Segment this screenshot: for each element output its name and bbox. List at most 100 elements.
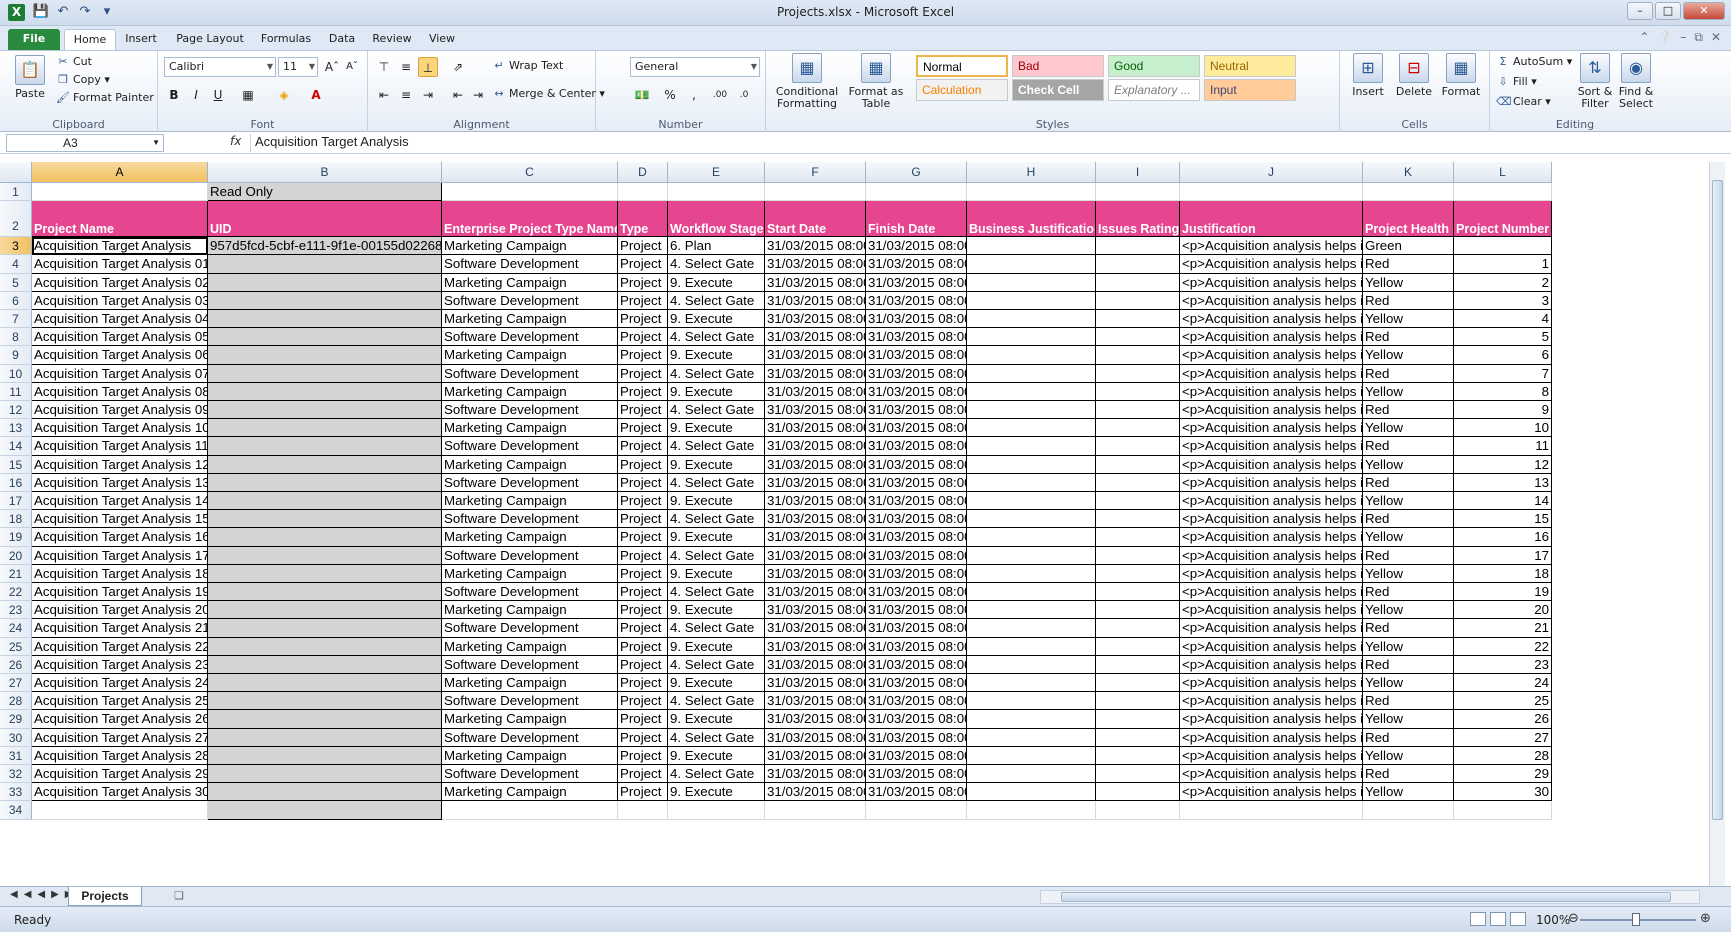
table-cell[interactable]: Yellow [1363,783,1454,802]
tab-file[interactable]: File [8,29,60,50]
table-cell[interactable]: 30 [1454,783,1552,802]
table-cell[interactable]: Software Development [442,473,618,492]
tab-insert[interactable]: Insert [120,29,162,50]
table-cell[interactable]: 31/03/2015 08:00 [765,273,866,292]
align-bottom-button[interactable]: ⊥ [418,57,438,77]
cut-button[interactable]: ✂ Cut [56,55,92,68]
row-header[interactable]: 13 [0,419,32,438]
table-cell[interactable]: 31/03/2015 08:00 [866,710,967,729]
cell-style-6[interactable]: Explanatory ... [1108,79,1200,101]
table-cell[interactable]: Software Development [442,583,618,602]
table-cell[interactable] [967,291,1096,310]
table-cell[interactable]: 31/03/2015 08:00 [866,619,967,638]
conditional-formatting-button[interactable]: ▦ Conditional Formatting [772,53,842,110]
table-cell[interactable]: Acquisition Target Analysis 25 [32,692,208,711]
table-cell[interactable]: 9. Execute [668,674,765,693]
table-cell[interactable]: Acquisition Target Analysis 20 [32,601,208,620]
table-cell[interactable]: Marketing Campaign [442,637,618,656]
table-cell[interactable]: Acquisition Target Analysis 07 [32,364,208,383]
table-cell[interactable] [967,437,1096,456]
row-header[interactable]: 7 [0,310,32,329]
name-box[interactable]: A3 ▼ [6,134,164,152]
table-cell[interactable]: 31/03/2015 08:00 [765,255,866,274]
table-cell[interactable]: 31/03/2015 08:00 [765,692,866,711]
column-header-H[interactable]: H [967,162,1096,183]
cell[interactable] [442,801,618,820]
header-cell[interactable]: Business Justification [967,201,1096,238]
table-cell[interactable]: Marketing Campaign [442,419,618,438]
vertical-scrollbar[interactable] [1709,162,1725,886]
table-cell[interactable] [1096,710,1180,729]
table-cell[interactable]: <p>Acquisition analysis helps in [1180,273,1363,292]
table-cell[interactable]: Acquisition Target Analysis 04 [32,310,208,329]
table-cell[interactable]: <p>Acquisition analysis helps in [1180,419,1363,438]
table-cell[interactable]: Marketing Campaign [442,710,618,729]
table-cell[interactable]: Red [1363,546,1454,565]
row-header[interactable]: 9 [0,346,32,365]
table-cell[interactable]: Red [1363,583,1454,602]
table-cell[interactable]: <p>Acquisition analysis helps in [1180,637,1363,656]
table-cell[interactable]: Red [1363,255,1454,274]
table-cell[interactable] [208,546,442,565]
table-cell[interactable] [1096,346,1180,365]
table-cell[interactable]: <p>Acquisition analysis helps in [1180,619,1363,638]
cell[interactable] [866,801,967,820]
table-cell[interactable] [1096,765,1180,784]
row-header[interactable]: 21 [0,564,32,583]
table-cell[interactable] [208,255,442,274]
table-cell[interactable]: Acquisition Target Analysis 14 [32,492,208,511]
table-cell[interactable]: 6 [1454,346,1552,365]
table-cell[interactable]: 31/03/2015 08:00 [866,328,967,347]
table-cell[interactable]: Project [618,510,668,529]
table-cell[interactable]: Yellow [1363,346,1454,365]
table-cell[interactable]: 9. Execute [668,346,765,365]
table-cell[interactable]: 31/03/2015 08:00 [866,528,967,547]
page-layout-view-button[interactable] [1490,912,1506,926]
align-left-button[interactable]: ⇤ [374,85,394,105]
table-cell[interactable]: Acquisition Target Analysis 19 [32,583,208,602]
underline-button[interactable]: U [208,85,228,105]
cell[interactable] [1454,183,1552,202]
table-cell[interactable]: Project [618,492,668,511]
table-cell[interactable]: 4. Select Gate [668,328,765,347]
column-header-C[interactable]: C [442,162,618,183]
table-cell[interactable] [967,583,1096,602]
table-cell[interactable]: Red [1363,692,1454,711]
table-cell[interactable]: Yellow [1363,419,1454,438]
table-cell[interactable] [208,746,442,765]
table-cell[interactable]: 9. Execute [668,746,765,765]
decrease-indent-button[interactable]: ⇤ [448,85,468,105]
table-cell[interactable]: Acquisition Target Analysis 11 [32,437,208,456]
table-cell[interactable]: Acquisition Target Analysis 21 [32,619,208,638]
table-cell[interactable]: Project [618,746,668,765]
table-cell[interactable] [1096,601,1180,620]
table-cell[interactable]: Acquisition Target Analysis 12 [32,455,208,474]
table-cell[interactable]: 31/03/2015 08:00 [866,237,967,256]
table-cell[interactable]: Acquisition Target Analysis 02 [32,273,208,292]
table-cell[interactable] [967,492,1096,511]
table-cell[interactable]: 4. Select Gate [668,692,765,711]
table-cell[interactable]: 21 [1454,619,1552,638]
table-cell[interactable]: Project [618,528,668,547]
table-cell[interactable]: 31/03/2015 08:00 [765,746,866,765]
table-cell[interactable]: 31/03/2015 08:00 [765,783,866,802]
select-all-corner[interactable] [0,162,32,183]
table-cell[interactable] [967,455,1096,474]
header-cell[interactable]: Finish Date [866,201,967,238]
table-cell[interactable]: 31/03/2015 08:00 [866,455,967,474]
table-cell[interactable]: Marketing Campaign [442,564,618,583]
cell[interactable] [765,801,866,820]
orientation-button[interactable]: ⇗ [448,57,468,77]
column-header-G[interactable]: G [866,162,967,183]
cell-style-0[interactable]: Normal [916,55,1008,77]
table-cell[interactable]: 3 [1454,291,1552,310]
row-header[interactable]: 34 [0,801,32,820]
table-cell[interactable]: Software Development [442,255,618,274]
table-cell[interactable] [1096,419,1180,438]
table-cell[interactable]: 31/03/2015 08:00 [866,637,967,656]
table-cell[interactable] [967,510,1096,529]
table-cell[interactable]: Project [618,455,668,474]
cell[interactable] [1180,801,1363,820]
table-cell[interactable]: 31/03/2015 08:00 [765,492,866,511]
table-cell[interactable] [967,619,1096,638]
